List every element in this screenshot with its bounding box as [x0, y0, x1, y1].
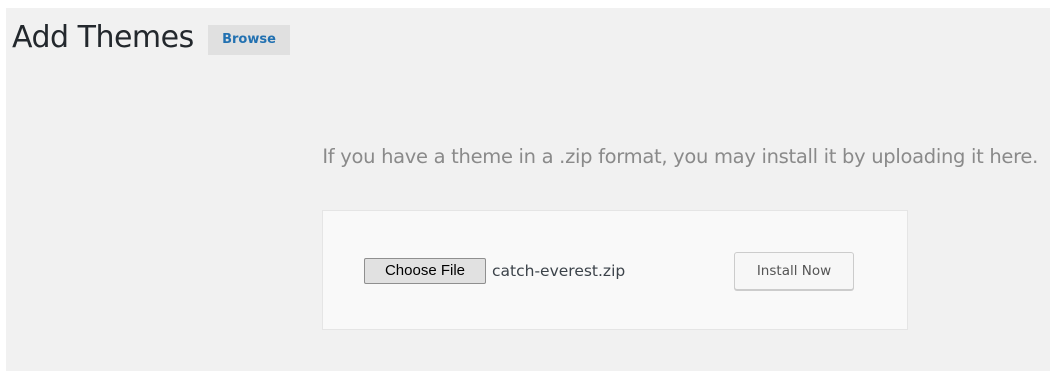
- selected-file-name: catch-everest.zip: [492, 262, 626, 280]
- browse-button[interactable]: Browse: [208, 25, 290, 55]
- choose-file-button[interactable]: Choose File: [364, 258, 486, 284]
- page-title: Add Themes: [12, 20, 194, 55]
- install-now-button[interactable]: Install Now: [734, 252, 854, 290]
- upload-form: Choose File catch-everest.zip Install No…: [322, 210, 908, 330]
- upload-help-text: If you have a theme in a .zip format, yo…: [322, 145, 1038, 168]
- content-area: Add Themes Browse If you have a theme in…: [6, 8, 1050, 371]
